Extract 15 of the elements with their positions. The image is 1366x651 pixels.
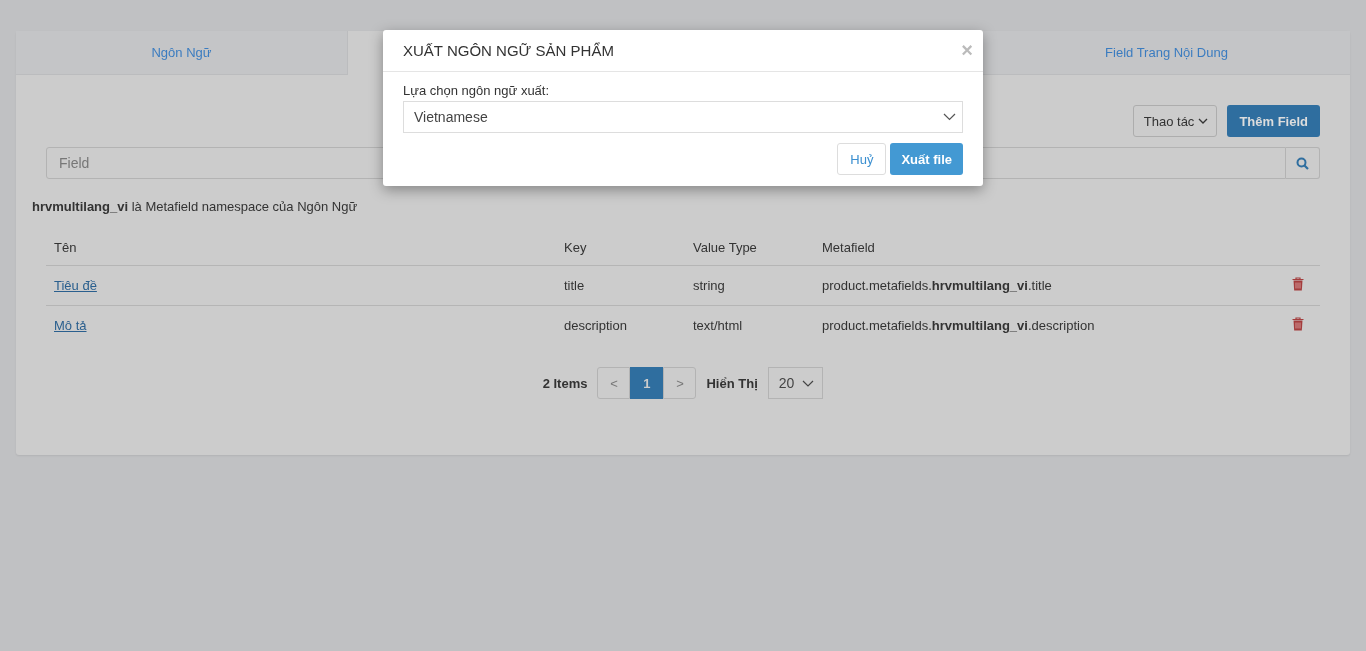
item-count: 2 Items	[542, 375, 588, 391]
table-cell: string	[693, 278, 725, 293]
table-cell: product.metafields.hrvmultilang_vi.description	[822, 318, 1095, 333]
dialog-title: XUẤT NGÔN NGỮ SẢN PHẨM	[403, 42, 614, 59]
table-cell: title	[564, 278, 585, 293]
table-cell: product.metafields.hrvmultilang_vi.title	[822, 278, 1052, 293]
page-size-label: Hiển Thị	[706, 375, 758, 391]
table-cell: description	[564, 318, 627, 333]
field-label: Lựa chọn ngôn ngữ xuất:	[403, 83, 551, 98]
column-header: Metafield	[822, 240, 875, 255]
namespace-note: hrvmultilang_vi là Metafield namespace của Ngôn Ngữ	[32, 199, 359, 214]
column-header: Key	[564, 240, 587, 255]
column-header: Tên	[54, 240, 77, 255]
column-header: Value Type	[693, 240, 757, 255]
table-cell: text/html	[693, 318, 743, 333]
